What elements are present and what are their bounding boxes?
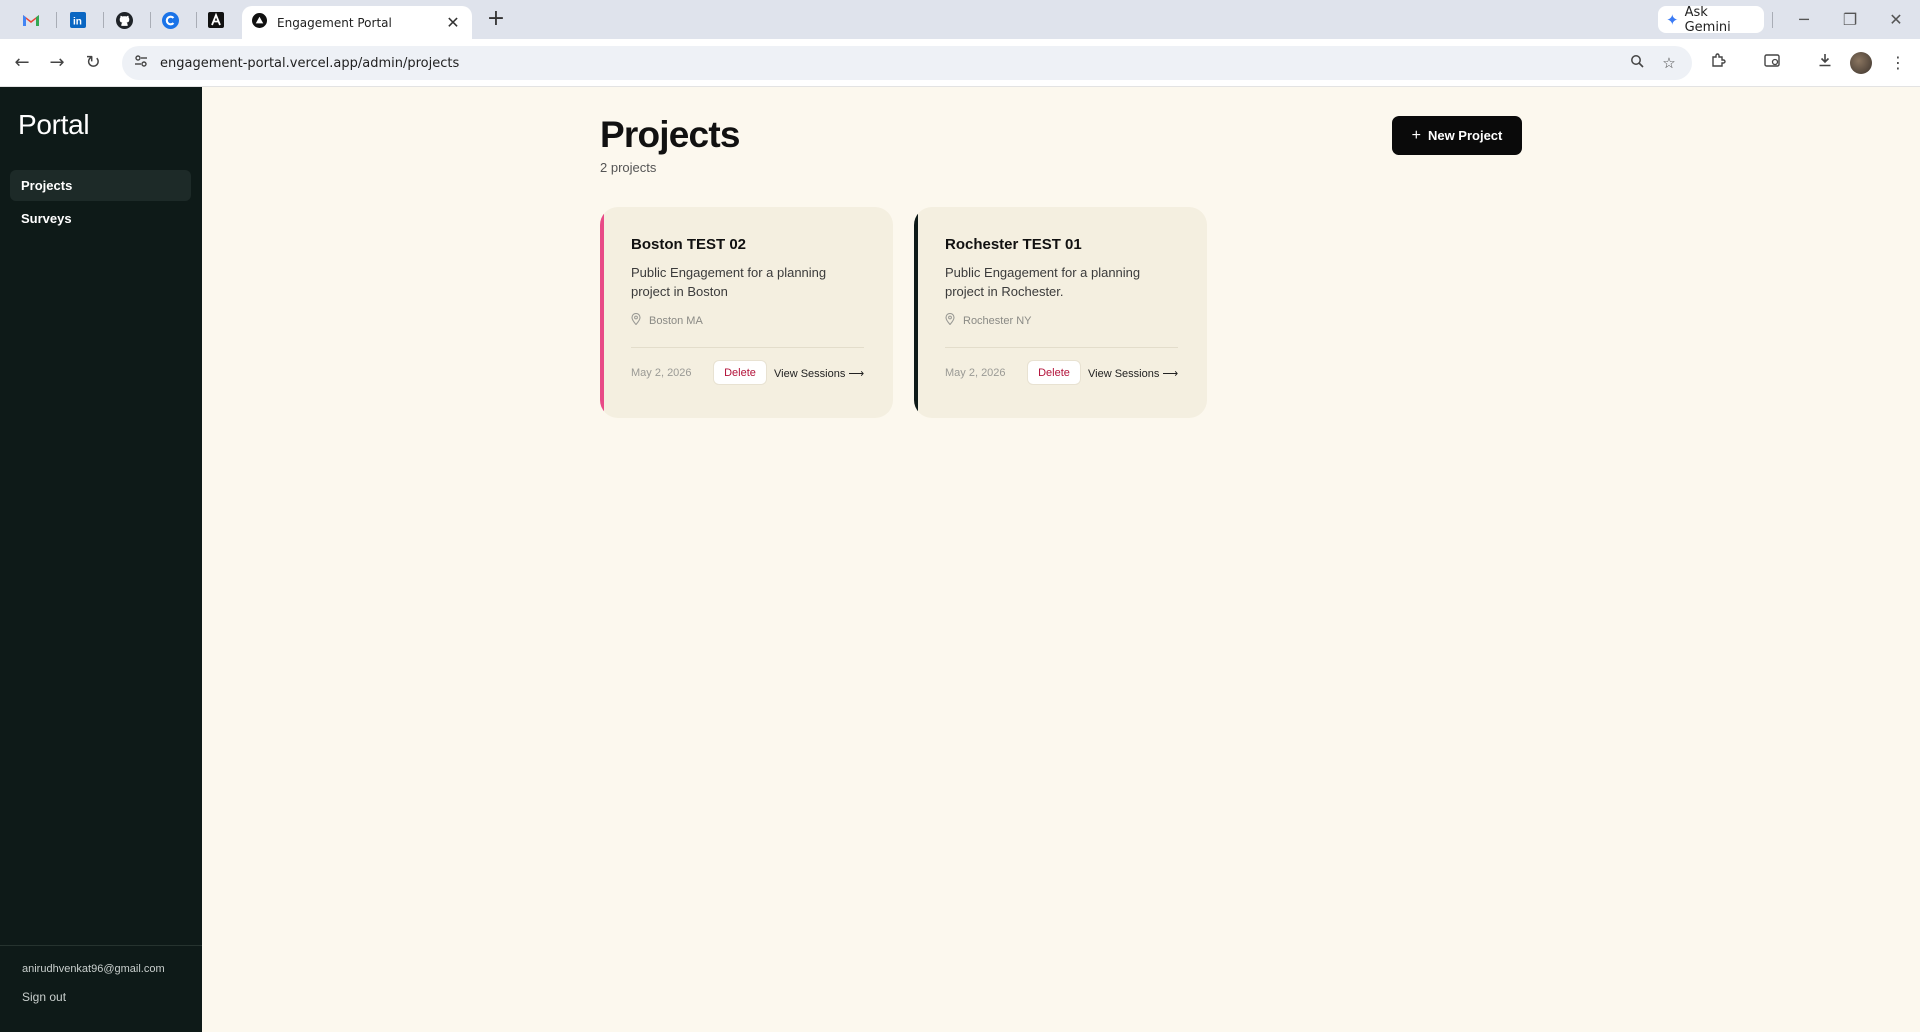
map-pin-icon: [631, 312, 641, 328]
view-sessions-link[interactable]: View Sessions ⟶: [774, 367, 864, 380]
restore-icon[interactable]: ❐: [1838, 8, 1862, 32]
project-description: Public Engagement for a planning project…: [631, 265, 827, 299]
zoom-icon[interactable]: [1626, 52, 1648, 74]
github-icon[interactable]: [107, 6, 141, 34]
project-count: 2 projects: [600, 160, 657, 175]
card-accent-bar: [600, 207, 604, 418]
profile-avatar[interactable]: [1850, 52, 1872, 74]
project-location: Rochester NY: [945, 312, 1032, 328]
reload-icon[interactable]: ↻: [81, 51, 105, 75]
url-text[interactable]: engagement-portal.vercel.app/admin/proje…: [160, 56, 1616, 71]
sign-out-link[interactable]: Sign out: [22, 990, 66, 1004]
card-accent-bar: [914, 207, 918, 418]
minimize-icon[interactable]: ─: [1792, 8, 1816, 32]
close-window-icon[interactable]: ✕: [1884, 8, 1908, 32]
project-location: Boston MA: [631, 312, 703, 328]
tab-separator: [196, 12, 197, 28]
tab-search-icon[interactable]: [1760, 51, 1784, 75]
location-text: Rochester NY: [963, 314, 1032, 327]
tab-separator: [56, 12, 57, 28]
ask-gemini-button[interactable]: ✦ Ask Gemini: [1658, 4, 1764, 35]
project-date: May 2, 2026: [945, 367, 1006, 379]
new-project-button[interactable]: + New Project: [1392, 116, 1522, 155]
gmail-icon[interactable]: [14, 6, 48, 34]
bookmark-star-icon[interactable]: ☆: [1658, 52, 1680, 74]
vercel-favicon-icon: [252, 12, 267, 33]
linkedin-icon[interactable]: in: [61, 6, 95, 34]
a-app-icon[interactable]: [199, 6, 233, 34]
browser-tabstrip: in Engagement Portal ✕ + ✦ Ask Gemini ─ …: [0, 0, 1920, 39]
map-pin-icon: [945, 312, 955, 328]
project-card[interactable]: Rochester TEST 01 Public Engagement for …: [914, 207, 1207, 418]
c-app-icon[interactable]: [153, 6, 187, 34]
card-divider: [945, 347, 1178, 348]
new-tab-button[interactable]: +: [484, 8, 508, 32]
card-divider: [631, 347, 864, 348]
project-card[interactable]: Boston TEST 02 Public Engagement for a p…: [600, 207, 893, 418]
back-icon[interactable]: ←: [10, 51, 34, 75]
view-sessions-link[interactable]: View Sessions ⟶: [1088, 367, 1178, 380]
plus-icon: +: [1411, 126, 1421, 144]
delete-button[interactable]: Delete: [713, 360, 767, 385]
page-title: Projects: [600, 114, 740, 155]
tab-separator: [150, 12, 151, 28]
more-menu-icon[interactable]: ⋮: [1886, 51, 1910, 75]
extensions-icon[interactable]: [1706, 51, 1730, 75]
ask-gemini-label: Ask Gemini: [1684, 4, 1731, 35]
download-icon[interactable]: [1813, 51, 1837, 75]
tab-close-icon[interactable]: ✕: [444, 13, 462, 33]
svg-text:in: in: [73, 17, 82, 28]
gemini-sparkle-icon: ✦: [1666, 10, 1679, 29]
sidebar-item-surveys[interactable]: Surveys: [10, 203, 191, 234]
project-name: Rochester TEST 01: [945, 236, 1082, 253]
sidebar-footer: anirudhvenkat96@gmail.com Sign out: [0, 945, 202, 1004]
tab-title: Engagement Portal: [277, 15, 392, 30]
sidebar: Portal Projects Surveys anirudhvenkat96@…: [0, 87, 202, 1032]
user-email: anirudhvenkat96@gmail.com: [22, 963, 165, 975]
sidebar-item-projects[interactable]: Projects: [10, 170, 191, 201]
project-date: May 2, 2026: [631, 367, 692, 379]
project-description: Public Engagement for a planning project…: [945, 265, 1141, 299]
sidebar-item-label: Projects: [21, 178, 73, 193]
tab-engagement-portal[interactable]: Engagement Portal ✕: [242, 6, 472, 39]
site-settings-icon[interactable]: [134, 54, 148, 73]
sidebar-item-label: Surveys: [21, 211, 72, 226]
project-name: Boston TEST 02: [631, 236, 747, 253]
address-bar[interactable]: engagement-portal.vercel.app/admin/proje…: [122, 46, 1692, 80]
brand-logo[interactable]: Portal: [18, 109, 90, 141]
browser-toolbar: ← → ↻ engagement-portal.vercel.app/admin…: [0, 39, 1920, 87]
delete-button[interactable]: Delete: [1027, 360, 1081, 385]
tab-separator: [1772, 12, 1773, 28]
tab-separator: [103, 12, 104, 28]
location-text: Boston MA: [649, 314, 703, 327]
forward-icon[interactable]: →: [45, 51, 69, 75]
new-project-label: New Project: [1427, 128, 1503, 143]
